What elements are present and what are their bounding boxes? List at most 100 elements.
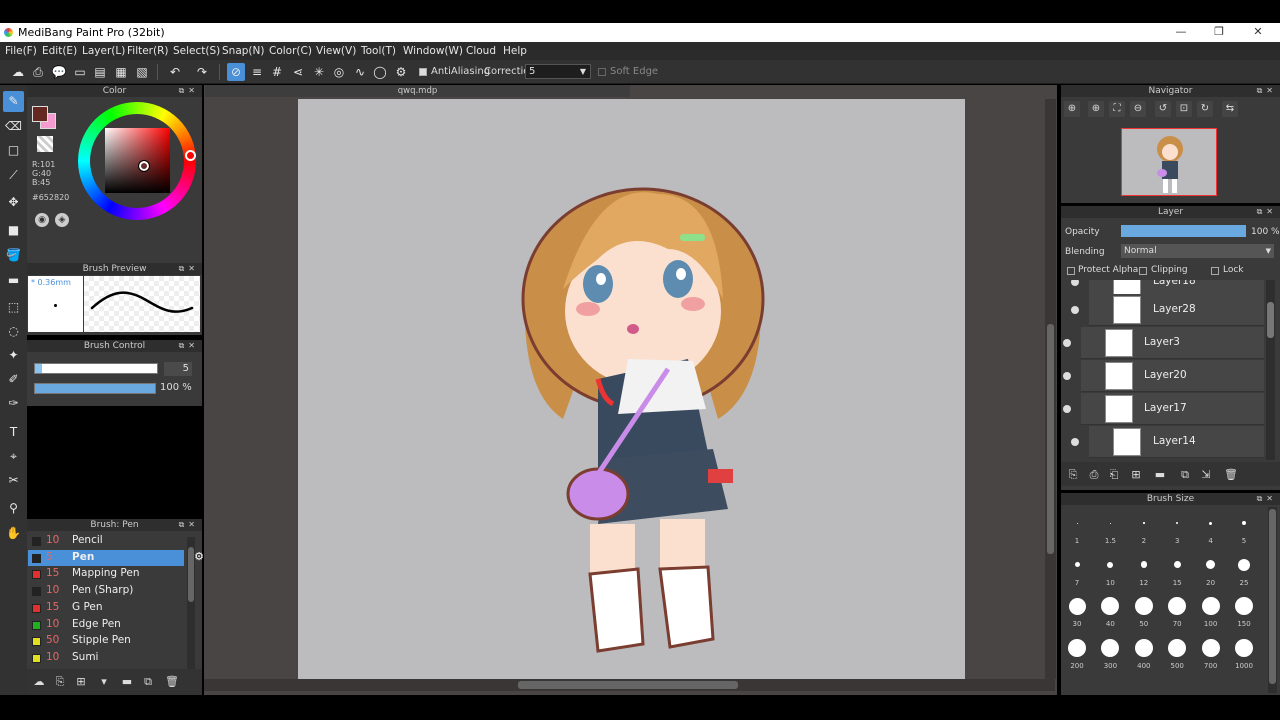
- magic-wand-icon[interactable]: ✦: [3, 345, 24, 366]
- parallel-snap-icon[interactable]: ≡: [248, 63, 266, 81]
- saturation-value-picker[interactable]: [105, 128, 170, 193]
- curve-snap-icon[interactable]: ∿: [351, 63, 369, 81]
- rotate-right-icon[interactable]: ↻: [1197, 101, 1213, 117]
- brush-list-item[interactable]: 5 Pen ⚙: [28, 549, 204, 566]
- layout-icon[interactable]: ▧: [133, 63, 151, 81]
- delete-layer-icon[interactable]: 🗑: [1224, 468, 1238, 482]
- layer-folder-icon[interactable]: ▬: [1153, 468, 1167, 482]
- brush-size-option[interactable]: 25: [1229, 551, 1259, 591]
- rotate-left-icon[interactable]: ↺: [1155, 101, 1171, 117]
- brush-size-scrollbar[interactable]: [1268, 507, 1277, 693]
- brush-size-option[interactable]: 20: [1196, 551, 1226, 591]
- new-8bit-layer-icon[interactable]: ⎗: [1107, 468, 1121, 482]
- visibility-icon[interactable]: [1063, 339, 1071, 347]
- menu-tool[interactable]: Tool(T): [361, 45, 396, 57]
- undo-icon[interactable]: ↶: [166, 63, 184, 81]
- layer-list-scrollbar[interactable]: [1266, 280, 1275, 460]
- menu-filter[interactable]: Filter(R): [127, 45, 169, 57]
- circle-snap-icon[interactable]: ◎: [330, 63, 348, 81]
- zoom-in-icon[interactable]: ⊕: [1064, 101, 1080, 117]
- snap-off-icon[interactable]: ⊘: [227, 63, 245, 81]
- close-icon[interactable]: ✕: [1248, 25, 1268, 40]
- menu-help[interactable]: Help: [503, 45, 527, 57]
- layer-row[interactable]: Layer28: [1071, 294, 1264, 326]
- protect-alpha-checkbox[interactable]: [1067, 267, 1075, 275]
- brush-opacity-slider[interactable]: [34, 383, 156, 394]
- scroll-thumb[interactable]: [1047, 324, 1054, 554]
- add-brush-icon[interactable]: ⎘: [53, 675, 67, 689]
- lock-checkbox[interactable]: [1211, 267, 1219, 275]
- cloud-brush-icon[interactable]: ☁: [32, 675, 46, 689]
- cloud-icon[interactable]: ☁: [9, 63, 27, 81]
- visibility-icon[interactable]: [1071, 438, 1079, 446]
- cross-snap-icon[interactable]: #: [268, 63, 286, 81]
- brush-size-option[interactable]: 10: [1095, 551, 1125, 591]
- layer-row[interactable]: Layer14: [1071, 426, 1264, 458]
- divide-tool-icon[interactable]: ✂: [3, 470, 24, 491]
- brush-list-item[interactable]: 10 Pencil: [28, 533, 184, 549]
- menu-select[interactable]: Select(S): [173, 45, 220, 57]
- canvas-paper[interactable]: [298, 99, 965, 679]
- scroll-thumb[interactable]: [1267, 302, 1274, 338]
- menu-file[interactable]: File(F): [5, 45, 37, 57]
- new-layer-icon[interactable]: ⎘: [1066, 468, 1080, 482]
- select-eraser-icon[interactable]: ✑: [3, 393, 24, 414]
- brush-size-option[interactable]: 30: [1062, 592, 1092, 632]
- visibility-icon[interactable]: [1071, 280, 1079, 286]
- clipping-checkbox[interactable]: [1139, 267, 1147, 275]
- visibility-icon[interactable]: [1063, 372, 1071, 380]
- panel-controls[interactable]: ⧉✕: [1257, 85, 1277, 97]
- document-tab[interactable]: qwq.mdp: [205, 85, 630, 97]
- grid-icon[interactable]: ▦: [112, 63, 130, 81]
- panel-controls[interactable]: ⧉✕: [179, 263, 199, 275]
- menu-color[interactable]: Color(C): [269, 45, 312, 57]
- scroll-thumb[interactable]: [1269, 509, 1276, 684]
- operation-tool-icon[interactable]: ⌖: [3, 446, 24, 467]
- brush-size-option[interactable]: 40: [1095, 592, 1125, 632]
- eraser-tool-icon[interactable]: ⌫: [3, 116, 24, 137]
- soft-edge-checkbox[interactable]: [598, 68, 606, 76]
- brush-size-option[interactable]: 2: [1129, 509, 1159, 549]
- brush-settings-icon[interactable]: ▾: [97, 675, 111, 689]
- panel-controls[interactable]: ⧉✕: [179, 340, 199, 352]
- shape-tool-icon[interactable]: ■: [3, 220, 24, 241]
- trash-icon[interactable]: 🗑: [165, 675, 179, 689]
- blending-select[interactable]: Normal ▼: [1121, 244, 1274, 258]
- hue-cursor[interactable]: [185, 150, 196, 161]
- zoom-in-step-icon[interactable]: ⊕: [1088, 101, 1104, 117]
- visibility-icon[interactable]: [1071, 306, 1079, 314]
- brush-tool-icon[interactable]: ✎: [3, 91, 24, 112]
- scroll-thumb[interactable]: [518, 681, 738, 689]
- foreground-color-swatch[interactable]: [32, 106, 48, 122]
- palette-icon[interactable]: ◉: [35, 213, 49, 227]
- brush-size-option[interactable]: 400: [1129, 634, 1159, 674]
- brush-size-option[interactable]: 3: [1162, 509, 1192, 549]
- canvas-horizontal-scrollbar[interactable]: [204, 679, 1055, 691]
- folder-icon[interactable]: ▬: [120, 675, 134, 689]
- gear-icon[interactable]: ⚙: [194, 550, 204, 563]
- merge-layer-icon[interactable]: ⇲: [1199, 468, 1213, 482]
- panel-controls[interactable]: ⧉✕: [179, 85, 199, 97]
- brush-size-option[interactable]: 100: [1196, 592, 1226, 632]
- layer-row[interactable]: Layer20: [1063, 360, 1264, 392]
- brush-size-option[interactable]: 7: [1062, 551, 1092, 591]
- duplicate-icon[interactable]: ⧉: [141, 675, 155, 689]
- gradient-tool-icon[interactable]: ▬: [3, 270, 24, 291]
- menu-window[interactable]: Window(W): [403, 45, 463, 57]
- brush-list-item[interactable]: 15 G Pen: [28, 600, 184, 616]
- bucket-tool-icon[interactable]: 🪣: [3, 245, 24, 266]
- brush-list-item[interactable]: 50 Stipple Pen: [28, 633, 184, 649]
- correction-select[interactable]: 5 ▼: [525, 64, 591, 79]
- zoom-out-icon[interactable]: ⊖: [1130, 101, 1146, 117]
- minimize-icon[interactable]: —: [1171, 25, 1191, 40]
- brush-size-slider[interactable]: [34, 363, 158, 374]
- select-tool-icon[interactable]: ⬚: [3, 297, 24, 318]
- snap-settings-icon[interactable]: ⚙: [392, 63, 410, 81]
- antialiasing-checkbox[interactable]: [419, 68, 427, 76]
- line-tool-icon[interactable]: ⟋: [3, 165, 24, 186]
- brush-list-item[interactable]: 15 Mapping Pen: [28, 566, 184, 582]
- new-halftone-layer-icon[interactable]: ⎙: [1087, 468, 1101, 482]
- brush-size-option[interactable]: 700: [1196, 634, 1226, 674]
- redo-icon[interactable]: ↷: [193, 63, 211, 81]
- menu-edit[interactable]: Edit(E): [42, 45, 77, 57]
